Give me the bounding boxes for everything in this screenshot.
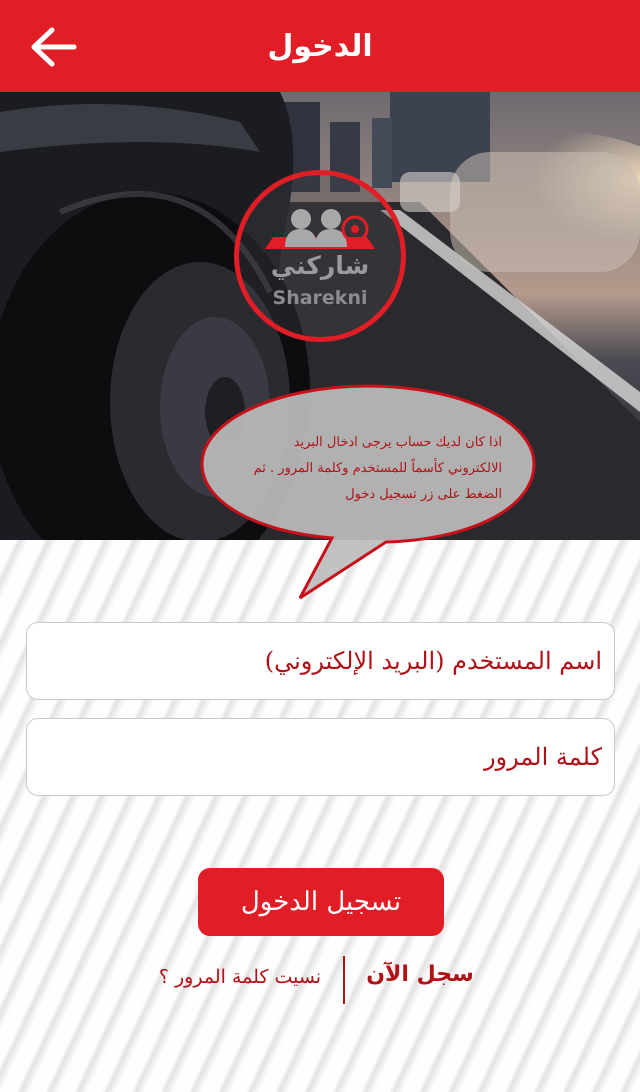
logo-text-arabic: شاركني bbox=[270, 251, 370, 280]
arrow-left-icon bbox=[31, 27, 77, 67]
forgot-password-link[interactable]: نسيت كلمة المرور ؟ bbox=[150, 966, 330, 988]
links-divider bbox=[343, 956, 345, 1004]
logo-text-english: Sharekni bbox=[272, 287, 368, 309]
login-button[interactable]: تسجيل الدخول bbox=[198, 868, 444, 936]
hint-text: اذا كان لديك حساب يرجى ادخال البريد الال… bbox=[253, 435, 502, 502]
app-header: الدخول bbox=[0, 0, 640, 92]
password-input[interactable] bbox=[27, 719, 614, 795]
logo-badge: شاركني Sharekni bbox=[234, 170, 406, 342]
username-field[interactable] bbox=[26, 622, 615, 700]
register-link[interactable]: سجل الآن bbox=[360, 962, 480, 987]
page-title: الدخول bbox=[267, 28, 373, 64]
password-field[interactable] bbox=[26, 718, 615, 796]
back-button[interactable] bbox=[26, 24, 82, 70]
auth-links: سجل الآن نسيت كلمة المرور ؟ bbox=[150, 950, 480, 1008]
username-input[interactable] bbox=[27, 623, 614, 699]
